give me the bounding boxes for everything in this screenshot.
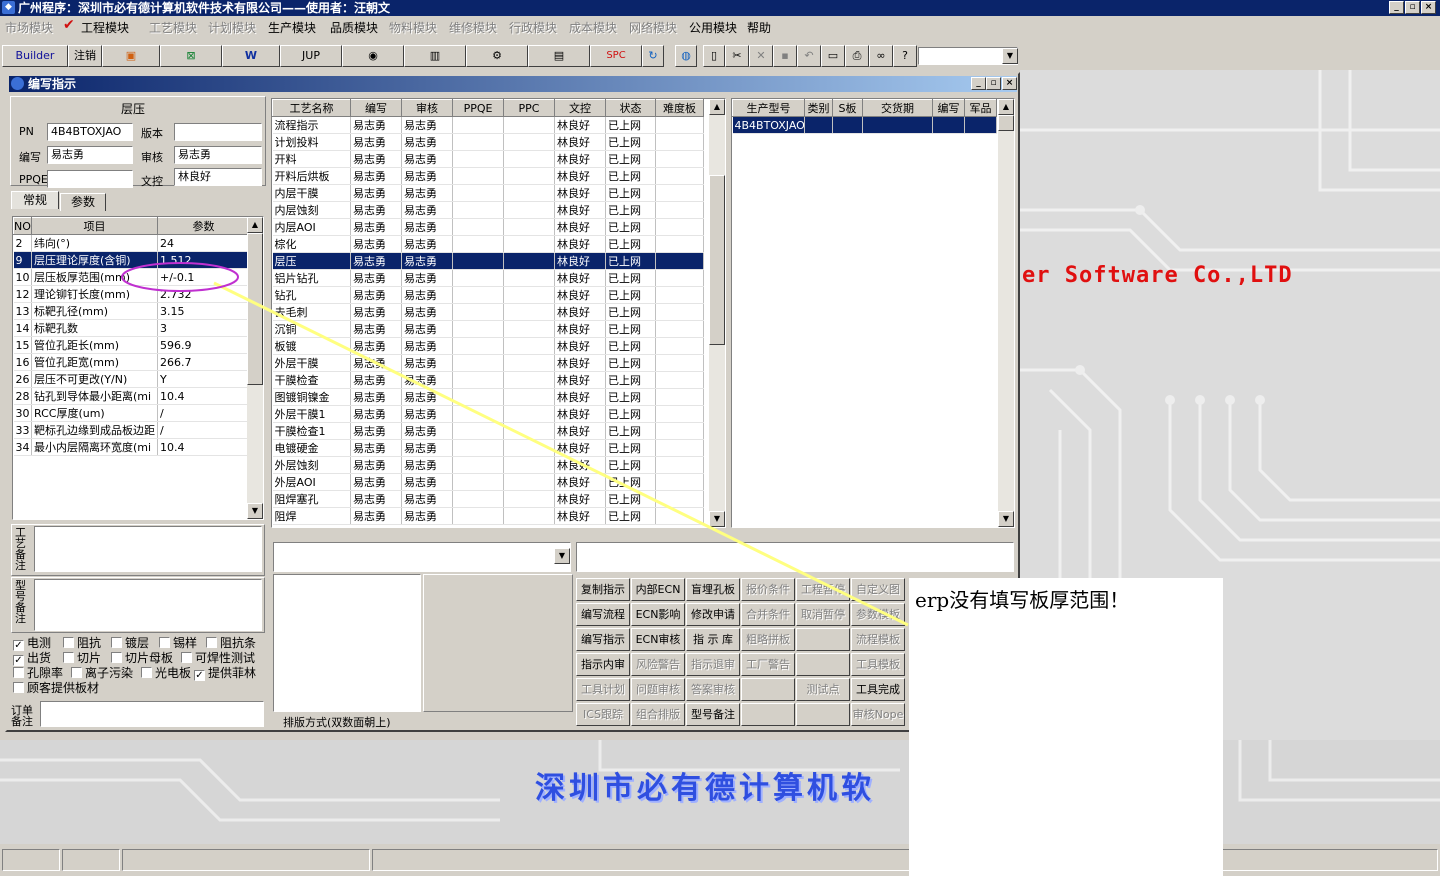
annotation-overlay (121, 262, 909, 627)
annotation-note: erp没有填写板厚范围！ (909, 578, 1223, 876)
annotation-arrow-line (213, 281, 909, 627)
annotation-note-text: erp没有填写板厚范围！ (915, 588, 1130, 612)
annotation-ellipse (121, 262, 239, 292)
